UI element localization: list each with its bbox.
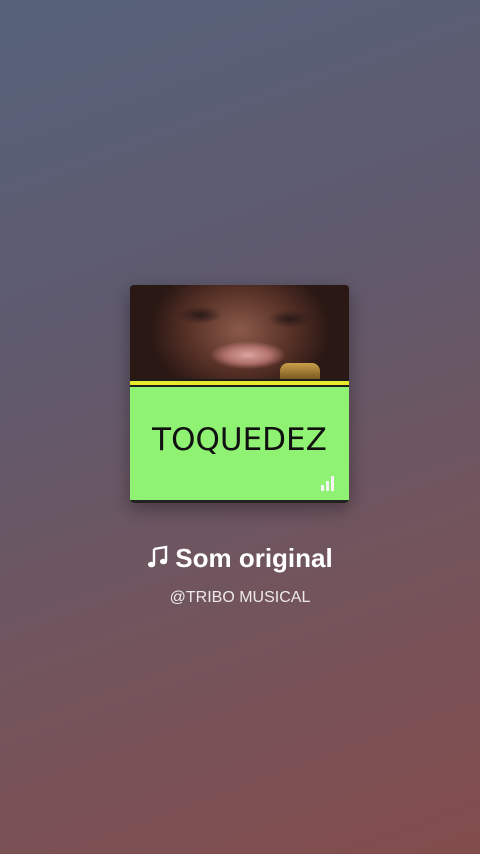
sound-title: Som original: [175, 543, 333, 573]
sound-title-row[interactable]: Som original: [0, 540, 480, 576]
cover-border: [130, 500, 349, 503]
sound-author[interactable]: @TRIBO MUSICAL: [0, 587, 480, 609]
music-note-icon: [148, 545, 168, 568]
microphone-image: [280, 363, 320, 379]
album-cover[interactable]: TOQUEDEZ: [130, 285, 349, 503]
cover-stripe: [130, 379, 349, 387]
cover-text: TOQUEDEZ: [152, 422, 327, 458]
signal-bars-icon: [321, 475, 337, 491]
